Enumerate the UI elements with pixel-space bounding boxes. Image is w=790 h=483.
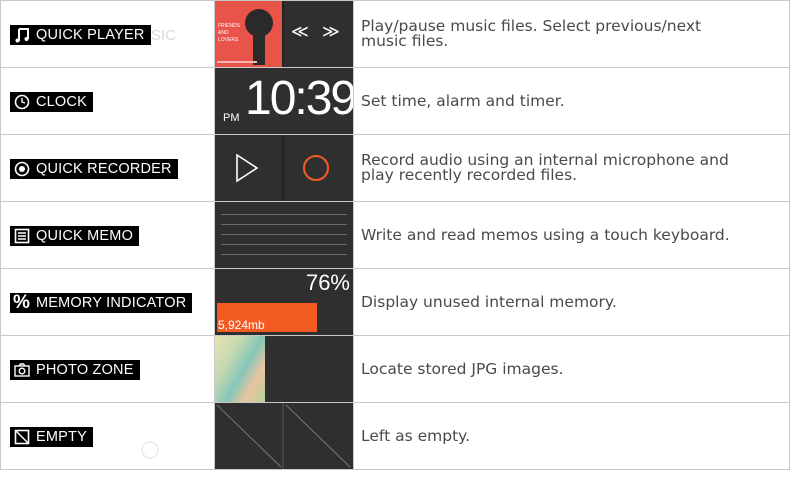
table-row-clock: CLOCK PM 10:39 Set time, alarm and timer… (0, 67, 790, 135)
widget-description: Play/pause music files. Select previous/… (353, 0, 790, 68)
table-row-memory-indicator: % MEMORY INDICATOR 76% 5,924mb Display u… (0, 268, 790, 336)
player-controls: ≪ ≫ (284, 1, 352, 67)
music-note-icon (13, 27, 30, 44)
tile-divider (282, 403, 284, 469)
quick-recorder-preview (215, 135, 353, 201)
widget-label-empty: EMPTY (10, 427, 93, 447)
widget-label-text: QUICK MEMO (36, 228, 134, 244)
widget-label-text: PHOTO ZONE (36, 362, 134, 378)
prev-button[interactable]: ≪ (291, 22, 309, 42)
table-row-quick-memo: QUICK MEMO Write and read memos using a … (0, 201, 790, 269)
widget-description: Write and read memos using a touch keybo… (353, 201, 790, 269)
table-row-quick-recorder: QUICK RECORDER Record audio using an int… (0, 134, 790, 202)
play-icon (236, 153, 259, 183)
empty-box-icon (13, 429, 30, 446)
widget-description: Set time, alarm and timer. (353, 67, 790, 135)
photo-zone-preview (215, 336, 353, 402)
memo-line (221, 244, 347, 245)
clock-preview: PM 10:39 (215, 68, 353, 134)
quick-memo-preview (215, 202, 353, 268)
widget-label-text: CLOCK (36, 94, 87, 110)
record-button[interactable] (284, 135, 352, 201)
memo-line (221, 254, 347, 255)
record-icon (13, 161, 30, 178)
next-button[interactable]: ≫ (322, 22, 340, 42)
widget-label-clock: CLOCK (10, 92, 93, 112)
album-title: FRIENDS AND LOVERS (218, 23, 240, 43)
memory-percent: 76% (305, 270, 350, 295)
memory-indicator-preview: 76% 5,924mb (215, 269, 353, 335)
table-row-empty: EMPTY Left as empty. (0, 402, 790, 470)
clock-time: 10:39 (245, 72, 353, 125)
memo-icon (13, 228, 30, 245)
empty-preview (215, 403, 353, 469)
memory-unused-value: 5,924mb (218, 318, 265, 332)
quick-player-preview: FRIENDS AND LOVERS ≪ ≫ (215, 1, 353, 67)
ghost-text: SIC (151, 27, 177, 44)
clock-icon (13, 94, 30, 111)
table-row-quick-player: SIC QUICK PLAYER FRIENDS AND LOVERS ≪ ≫ … (0, 0, 790, 68)
widget-label-text: QUICK PLAYER (36, 27, 145, 43)
album-art: FRIENDS AND LOVERS (215, 1, 283, 67)
widget-description: Record audio using an internal microphon… (353, 134, 790, 202)
widget-label-text: QUICK RECORDER (36, 161, 172, 177)
widget-table: SIC QUICK PLAYER FRIENDS AND LOVERS ≪ ≫ … (0, 0, 790, 470)
play-button[interactable] (215, 135, 283, 201)
empty-slot-diagonals (216, 404, 351, 468)
widget-label-memory-indicator: % MEMORY INDICATOR (10, 292, 193, 313)
ghost-circle (141, 441, 159, 459)
widget-description: Left as empty. (353, 402, 790, 470)
widget-label-quick-player: QUICK PLAYER (10, 25, 151, 45)
memo-line (221, 214, 347, 215)
clock-meridiem: PM (223, 112, 240, 124)
memo-line (221, 224, 347, 225)
widget-description: Locate stored JPG images. (353, 335, 790, 403)
percent-icon: % (12, 292, 31, 313)
widget-label-quick-recorder: QUICK RECORDER (10, 159, 178, 179)
widget-description: Display unused internal memory. (353, 268, 790, 336)
widget-label-quick-memo: QUICK MEMO (10, 226, 140, 246)
widget-label-text: MEMORY INDICATOR (36, 295, 187, 311)
record-circle-icon (303, 155, 329, 181)
widget-label-photo-zone: PHOTO ZONE (10, 360, 140, 380)
widget-label-text: EMPTY (36, 429, 87, 445)
photo-thumbnail[interactable] (215, 336, 265, 402)
memo-line (221, 234, 347, 235)
table-row-photo-zone: PHOTO ZONE Locate stored JPG images. (0, 335, 790, 403)
camera-icon (13, 362, 30, 379)
